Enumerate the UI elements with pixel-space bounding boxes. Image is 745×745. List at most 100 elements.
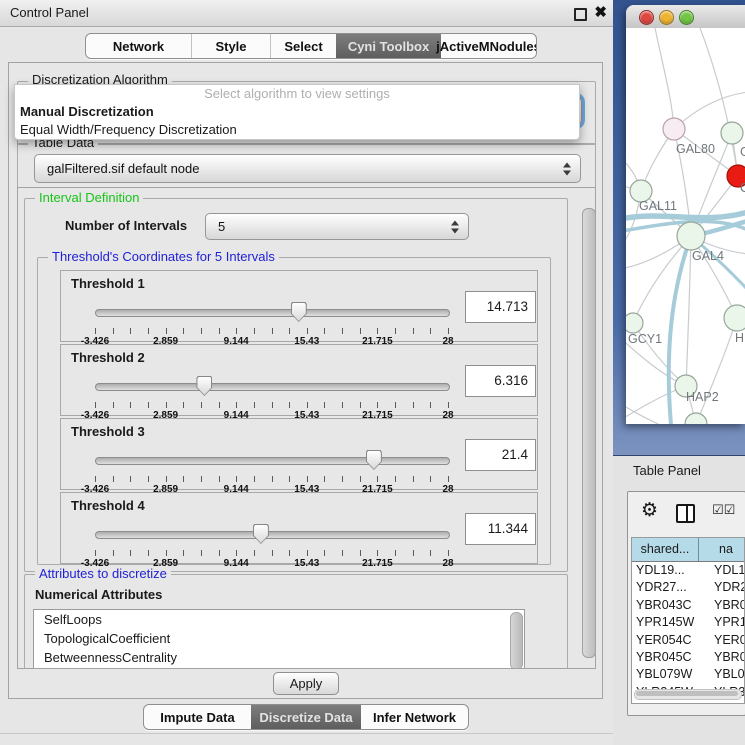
node-label: GAL11 (639, 199, 677, 213)
attributes-list-scrollbar[interactable] (510, 612, 523, 669)
slider-track[interactable] (95, 457, 450, 465)
tick-mark (395, 328, 396, 334)
thresholds-group: Threshold's Coordinates for 5 Intervals … (37, 257, 551, 565)
mac-zoom-button[interactable] (679, 10, 694, 25)
combo-arrows-icon (563, 162, 571, 175)
panel-vertical-scrollbar[interactable] (582, 208, 596, 658)
right-mid-node[interactable] (724, 305, 745, 331)
window-bottom-edge (0, 733, 613, 734)
tab-cyni-toolbox[interactable]: Cyni Toolbox (336, 34, 441, 58)
tab-impute-data[interactable]: Impute Data (144, 705, 251, 729)
tick-mark (360, 476, 361, 482)
table-header-shared[interactable]: shared... (632, 538, 699, 561)
attribute-item[interactable]: SelfLoops (34, 610, 524, 629)
tick-mark (183, 328, 184, 334)
slider-track[interactable] (95, 531, 450, 539)
tab-select[interactable]: Select (271, 34, 336, 58)
float-window-icon[interactable] (574, 8, 587, 21)
tab-infer-network[interactable]: Infer Network (361, 705, 468, 729)
threshold-slider[interactable]: -3.4262.8599.14415.4321.71528 (95, 523, 448, 563)
tick-mark (395, 476, 396, 482)
node-label: GAL80 (676, 142, 715, 156)
tab-network[interactable]: Network (86, 34, 192, 58)
table-horizontal-scrollbar[interactable] (634, 689, 742, 700)
table-cell-name: YBL0 (702, 666, 744, 683)
gal80-node[interactable] (663, 118, 685, 140)
numerical-attributes-list[interactable]: SelfLoopsTopologicalCoefficientBetweenne… (33, 609, 525, 669)
attribute-item[interactable]: TopologicalCoefficient (34, 629, 524, 648)
tick-mark (272, 476, 273, 482)
slider-track[interactable] (95, 383, 450, 391)
table-row[interactable]: YIL052CYIL0 (632, 701, 744, 704)
checkboxes-icon[interactable]: ☑☑ (712, 503, 735, 518)
attribute-item[interactable]: BetweennessCentrality (34, 648, 524, 667)
table-row[interactable]: YER054CYER0 (632, 632, 744, 649)
table-row[interactable]: YBR043CYBR0 (632, 597, 744, 614)
tab-style[interactable]: Style (192, 34, 271, 58)
threshold-value-field[interactable]: 14.713 (465, 291, 536, 323)
slider-thumb[interactable] (366, 450, 382, 470)
tick-mark (113, 550, 114, 556)
mac-minimize-button[interactable] (659, 10, 674, 25)
node-label: HAP2 (686, 390, 719, 404)
tick-mark (166, 550, 167, 556)
combo-arrows-icon (451, 220, 459, 233)
tick-mark (430, 328, 431, 334)
tab-discretize-data[interactable]: Discretize Data (251, 705, 361, 729)
slider-thumb[interactable] (253, 524, 269, 544)
number-of-intervals-combobox[interactable]: 5 (205, 213, 469, 240)
node-label: C (740, 181, 745, 195)
number-of-intervals-value: 5 (206, 219, 225, 234)
tick-mark (130, 476, 131, 482)
gear-icon[interactable]: ⚙ (641, 499, 658, 521)
threshold-value-field[interactable]: 21.4 (465, 439, 536, 471)
tick-mark (201, 550, 202, 556)
tick-mark (360, 328, 361, 334)
network-canvas[interactable]: GAL80GACGAL11GAL4GCY1HHAP2 (626, 28, 745, 424)
popup-item[interactable]: Manual Discretization (15, 103, 579, 121)
tick-mark (183, 402, 184, 408)
threshold-slider[interactable]: -3.4262.8599.14415.4321.71528 (95, 375, 448, 415)
table-cell-name: YDL1 (702, 562, 744, 579)
tick-mark (130, 328, 131, 334)
slider-thumb[interactable] (291, 302, 307, 322)
threshold-slider[interactable]: -3.4262.8599.14415.4321.71528 (95, 301, 448, 341)
table-header-row: shared... na (632, 538, 744, 562)
tick-mark (324, 402, 325, 408)
threshold-value-field[interactable]: 6.316 (465, 365, 536, 397)
numerical-attributes-label: Numerical Attributes (35, 587, 162, 602)
table-row[interactable]: YDR27...YDR2 (632, 579, 744, 596)
gcy1-node[interactable] (626, 313, 643, 333)
top-right-node[interactable] (721, 122, 743, 144)
close-icon[interactable]: ✖ (594, 3, 607, 21)
tick-mark (377, 550, 378, 556)
tick-mark (360, 402, 361, 408)
split-columns-icon[interactable] (676, 504, 695, 523)
apply-button[interactable]: Apply (273, 672, 339, 695)
table-cell-name: YPR1 (702, 614, 744, 631)
tick-mark (113, 476, 114, 482)
popup-placeholder-item: Select algorithm to view settings (15, 85, 579, 103)
slider-thumb[interactable] (196, 376, 212, 396)
table-row[interactable]: YBR045CYBR0 (632, 649, 744, 666)
threshold-slider[interactable]: -3.4262.8599.14415.4321.71528 (95, 449, 448, 489)
mac-close-button[interactable] (639, 10, 654, 25)
popup-item[interactable]: Equal Width/Frequency Discretization (15, 121, 579, 139)
table-row[interactable]: YDL19...YDL1 (632, 562, 744, 579)
table-data-combobox[interactable]: galFiltered.sif default node (34, 154, 581, 183)
attribute-items: SelfLoopsTopologicalCoefficientBetweenne… (34, 610, 524, 667)
table-panel-title: Table Panel (633, 463, 701, 478)
table-row[interactable]: YPR145WYPR1 (632, 614, 744, 631)
table-header-name[interactable]: na (699, 538, 744, 561)
table-row[interactable]: YBL079WYBL0 (632, 666, 744, 683)
tick-mark (219, 550, 220, 556)
gal4-node[interactable] (677, 222, 705, 250)
tick-mark (95, 328, 96, 334)
network-edge (686, 236, 691, 386)
tab-jactivemnodules[interactable]: jActiveMNodules (441, 34, 536, 58)
slider-track[interactable] (95, 309, 450, 317)
threshold-value-field[interactable]: 11.344 (465, 513, 536, 545)
bottom-node[interactable] (685, 413, 707, 424)
tick-mark (113, 402, 114, 408)
node-table[interactable]: shared... na YDL19...YDL1YDR27...YDR2YBR… (631, 537, 745, 704)
